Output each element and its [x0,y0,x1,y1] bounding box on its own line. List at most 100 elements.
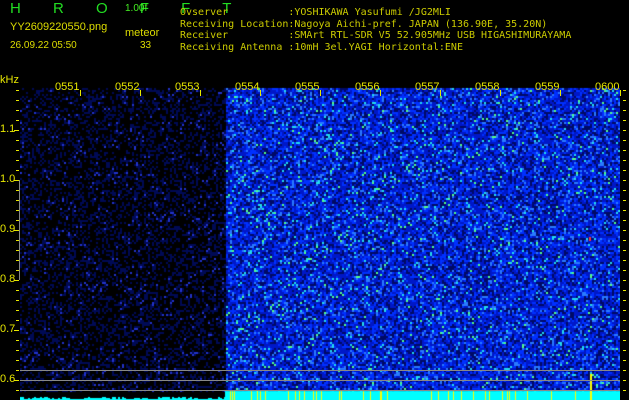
time-tick [260,90,261,96]
right-tick [623,130,626,131]
time-label: 0557 [415,81,440,93]
freq-tick-label: 0.7 [0,323,16,335]
spectrogram [20,80,620,400]
right-tick [623,360,626,361]
freq-minor-tick [16,320,19,321]
right-tick [623,340,626,341]
right-tick [623,110,626,111]
freq-minor-tick [16,370,19,371]
right-tick [623,350,626,351]
info-label: Receiving Antenna [180,41,289,53]
right-tick [623,190,626,191]
right-tick [623,370,626,371]
info-row-antenna: Receiving Antenna :10mH 3el.YAGI Horizon… [180,42,571,54]
time-tick [320,90,321,96]
station-info: Ovserver :YOSHIKAWA Yasufumi /JG2MLI Rec… [180,7,571,53]
time-label: 0558 [475,81,500,93]
freq-minor-tick [16,120,19,121]
time-tick [560,90,561,96]
meteor-count: 33 [140,40,152,51]
freq-minor-tick [14,380,19,381]
info-value: :YOSHIKAWA Yasufumi /JG2MLI [288,7,451,18]
freq-minor-tick [16,160,19,161]
datetime: 26.09.22 05:50 [10,40,77,51]
freq-minor-tick [16,140,19,141]
freq-unit: kHz [0,74,19,86]
right-tick [623,230,626,231]
right-tick [623,290,626,291]
right-tick [623,170,626,171]
right-tick [623,240,626,241]
freq-tick-label: 0.8 [0,273,16,285]
time-tick [500,90,501,96]
freq-tick-label: 1.1 [0,123,16,135]
version: 1.00f [125,3,148,14]
freq-minor-tick [16,150,19,151]
freq-minor-tick [16,300,19,301]
right-tick [623,140,626,141]
right-tick [623,280,626,281]
info-value: :Nagoya Aichi-pref. JAPAN (136.90E, 35.2… [288,18,548,30]
freq-minor-tick [14,130,19,131]
mode-label: meteor [125,27,160,39]
freq-tick-label: 0.9 [0,223,16,235]
right-tick [623,300,626,301]
right-tick [623,180,626,181]
time-tick [620,90,621,96]
time-tick [440,90,441,96]
info-row-observer: Ovserver :YOSHIKAWA Yasufumi /JG2MLI [180,7,571,19]
time-tick [380,90,381,96]
right-tick [623,210,626,211]
freq-minor-tick [16,170,19,171]
band-line [20,370,620,371]
time-tick [140,90,141,96]
band-line [20,390,620,391]
band-line [20,380,620,381]
time-label: 0555 [295,81,320,93]
time-label: 0554 [235,81,260,93]
right-tick [623,260,626,261]
freq-minor-tick [16,100,19,101]
reference-line [19,180,20,280]
freq-tick-label: 1.0 [0,173,16,185]
right-tick [623,390,626,391]
time-label: 0559 [535,81,560,93]
freq-tick-label: 0.6 [0,373,16,385]
right-tick [623,380,626,381]
time-label: 0556 [355,81,380,93]
freq-minor-tick [14,280,19,281]
right-tick [623,160,626,161]
info-value: :SMArt RTL-SDR V5 52.905MHz USB HIGASHIM… [288,30,572,41]
freq-minor-tick [16,310,19,311]
right-tick [623,150,626,151]
right-tick [623,310,626,311]
freq-minor-tick [16,390,19,391]
right-tick [623,320,626,321]
right-tick [623,120,626,121]
time-label: 0553 [175,81,200,93]
info-value: :10mH 3el.YAGI Horizontal:ENE [288,41,463,53]
right-tick [623,100,626,101]
filename: YY2609220550.png [10,21,108,33]
right-tick [623,270,626,271]
right-tick [623,330,626,331]
right-tick [623,200,626,201]
right-tick [623,250,626,251]
time-label: 0552 [115,81,140,93]
time-tick [80,90,81,96]
freq-minor-tick [16,340,19,341]
right-tick [623,90,626,91]
freq-minor-tick [14,330,19,331]
time-tick [200,90,201,96]
info-label: Receiving Location [180,18,289,30]
right-tick [623,220,626,221]
info-label: Ovserver [180,7,289,18]
freq-minor-tick [16,360,19,361]
freq-minor-tick [16,90,19,91]
freq-minor-tick [16,290,19,291]
info-label: Receiver [180,30,289,41]
time-label: 0551 [55,81,80,93]
info-row-location: Receiving Location:Nagoya Aichi-pref. JA… [180,19,571,31]
freq-minor-tick [16,350,19,351]
info-row-receiver: Receiver :SMArt RTL-SDR V5 52.905MHz USB… [180,30,571,42]
